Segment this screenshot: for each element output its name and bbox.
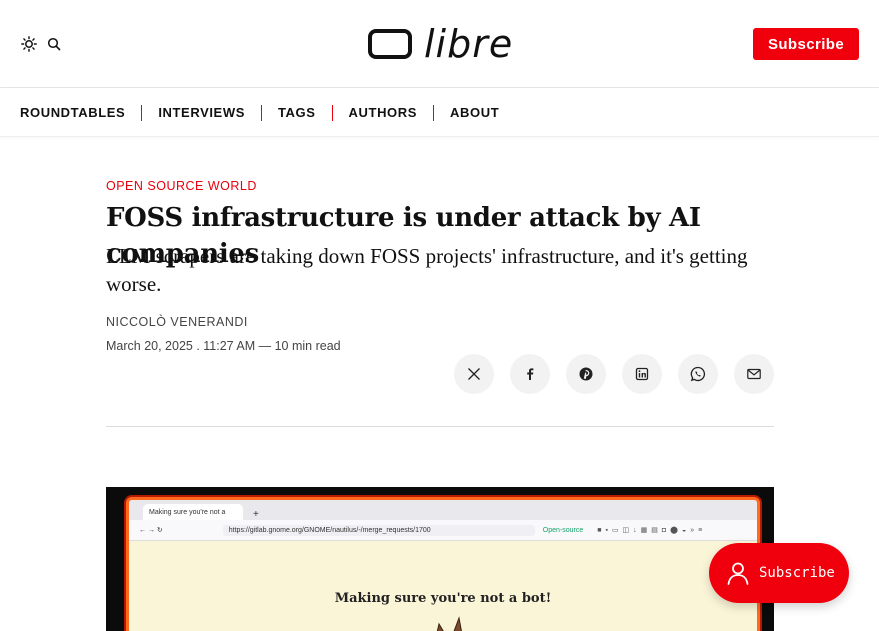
article-meta: March 20, 2025 . 11:27 AM — 10 min read — [106, 339, 341, 353]
browser-url-bar: ← → ↻ https://gitlab.gnome.org/GNOME/nau… — [129, 520, 757, 541]
mascot-icon — [436, 616, 462, 631]
pinterest-icon — [579, 367, 593, 381]
search-icon[interactable] — [46, 36, 62, 52]
nav-divider — [331, 104, 333, 121]
new-tab-icon: + — [253, 509, 259, 520]
browser-nav-icons: ← → ↻ — [139, 527, 163, 534]
facebook-icon — [527, 368, 534, 380]
email-icon — [747, 368, 761, 380]
user-icon — [727, 562, 749, 585]
share-pinterest-button[interactable] — [566, 354, 606, 394]
article-subtitle: LLM scrapers are taking down FOSS projec… — [106, 244, 748, 296]
share-x-button[interactable] — [454, 354, 494, 394]
nav-item-tags[interactable]: TAGS — [278, 105, 316, 120]
logo-text: libre — [424, 22, 514, 66]
nav-divider — [141, 104, 143, 121]
share-email-button[interactable] — [734, 354, 774, 394]
article-divider — [106, 426, 774, 427]
bot-check-heading: Making sure you're not a bot! — [334, 591, 552, 606]
browser-tab-bar: Making sure you're not a + — [129, 500, 757, 520]
main-nav: ROUNDTABLES INTERVIEWS TAGS AUTHORS ABOU… — [0, 88, 879, 137]
browser-screenshot: Making sure you're not a + ← → ↻ https:/… — [126, 497, 760, 631]
nav-item-interviews[interactable]: INTERVIEWS — [158, 105, 245, 120]
article-author[interactable]: NICCOLÒ VENERANDI — [106, 315, 248, 329]
nav-item-roundtables[interactable]: ROUNDTABLES — [20, 105, 125, 120]
sun-icon[interactable] — [21, 36, 37, 52]
feature-image: Making sure you're not a + ← → ↻ https:/… — [106, 487, 774, 631]
portal-subscribe-label: Subscribe — [759, 565, 835, 581]
portal-subscribe-button[interactable]: Subscribe — [709, 543, 849, 603]
nav-item-about[interactable]: ABOUT — [450, 105, 499, 120]
nav-item-authors[interactable]: AUTHORS — [349, 105, 417, 120]
article-category[interactable]: OPEN SOURCE WORLD — [106, 179, 257, 193]
browser-tab: Making sure you're not a — [143, 504, 243, 520]
share-facebook-button[interactable] — [510, 354, 550, 394]
extension-label: Open-source — [542, 526, 584, 534]
subscribe-button[interactable]: Subscribe — [753, 28, 859, 60]
nav-divider — [433, 104, 435, 121]
share-buttons — [454, 354, 774, 394]
browser-toolbar-icons: ■▪▭◫↓▦▤◘⬤◒»≡ — [597, 527, 707, 534]
site-header: libre Subscribe — [0, 0, 879, 88]
whatsapp-icon — [690, 366, 706, 382]
logo-mark — [368, 29, 412, 59]
x-icon — [468, 368, 480, 380]
browser-url: https://gitlab.gnome.org/GNOME/nautilus/… — [222, 524, 535, 536]
nav-divider — [260, 104, 262, 121]
site-logo[interactable]: libre — [368, 24, 513, 64]
share-whatsapp-button[interactable] — [678, 354, 718, 394]
share-linkedin-button[interactable] — [622, 354, 662, 394]
linkedin-icon — [635, 367, 649, 381]
